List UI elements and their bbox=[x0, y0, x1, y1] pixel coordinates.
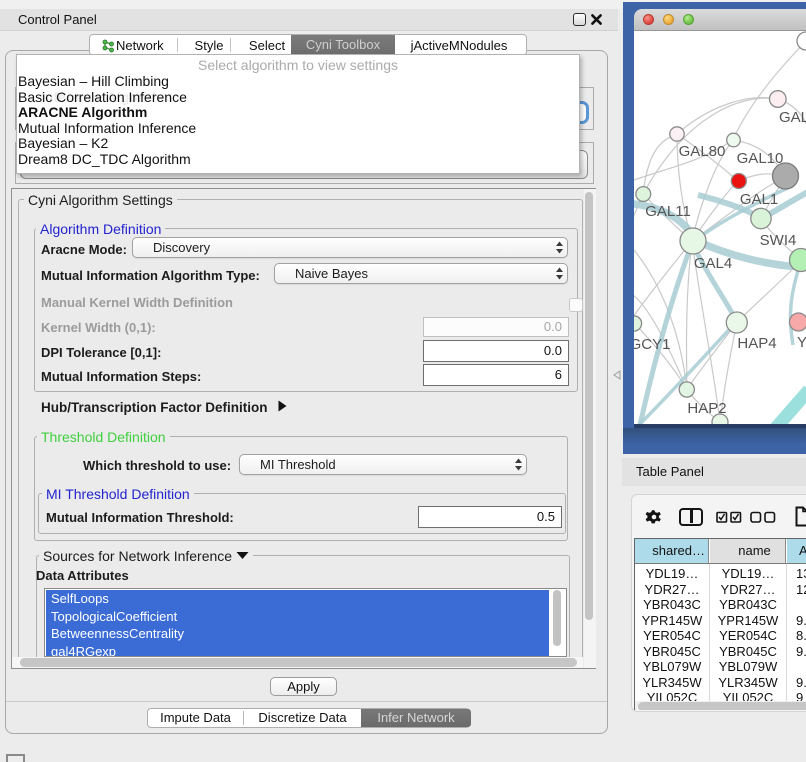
svg-text:GAL7: GAL7 bbox=[779, 109, 806, 126]
svg-text:HAP4: HAP4 bbox=[737, 335, 776, 352]
svg-text:GAL1: GAL1 bbox=[740, 191, 778, 208]
svg-text:HAP2: HAP2 bbox=[687, 400, 726, 417]
svg-text:GAL80: GAL80 bbox=[679, 143, 726, 160]
svg-text:GAL4: GAL4 bbox=[694, 255, 732, 272]
svg-text:GAL11: GAL11 bbox=[645, 203, 691, 220]
svg-text:GCY1: GCY1 bbox=[634, 336, 670, 353]
svg-text:YJ: YJ bbox=[797, 334, 806, 351]
svg-text:GAL10: GAL10 bbox=[737, 150, 784, 167]
svg-text:SWI4: SWI4 bbox=[760, 232, 797, 249]
